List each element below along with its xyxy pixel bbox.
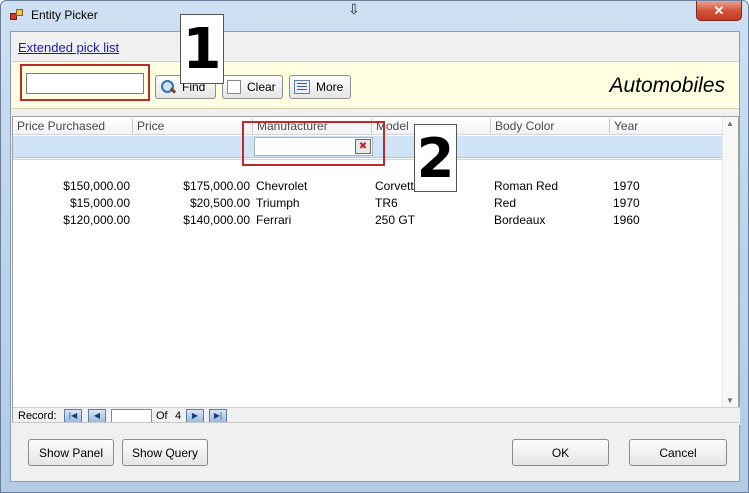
clear-icon: [227, 80, 241, 94]
ok-button[interactable]: OK: [512, 439, 609, 466]
more-label: More: [316, 80, 344, 94]
app-icon: [10, 9, 24, 21]
list-icon: [294, 80, 310, 94]
more-button[interactable]: More: [289, 75, 351, 99]
callout-number-one: 1: [180, 14, 224, 84]
clear-button[interactable]: Clear: [222, 75, 283, 99]
cell-year: 1970: [613, 179, 640, 193]
next-record-icon[interactable]: ▶: [186, 409, 204, 423]
search-icon: [160, 79, 176, 95]
record-total: 4: [175, 410, 182, 422]
close-button[interactable]: ✕: [696, 1, 742, 21]
previous-record-icon[interactable]: ◀: [88, 409, 106, 423]
search-input[interactable]: [26, 73, 144, 94]
cell-model: 250 GT: [375, 213, 416, 227]
clear-label: Clear: [247, 80, 276, 94]
scroll-down-icon[interactable]: ▼: [726, 396, 734, 405]
cell-body-color: Red: [494, 196, 517, 210]
clear-filter-icon[interactable]: ✖: [355, 139, 371, 154]
cell-price-purchased: $150,000.00: [63, 179, 130, 193]
cell-year: 1970: [613, 196, 640, 210]
cell-manufacturer: Ferrari: [256, 213, 292, 227]
column-header-body-color[interactable]: Body Color: [495, 119, 554, 133]
record-label: Record:: [18, 410, 57, 422]
dialog-client-area: Extended pick list Find Clear More Autom…: [10, 31, 740, 482]
column-header-model[interactable]: Model: [376, 119, 409, 133]
window-title: Entity Picker: [31, 8, 98, 22]
cell-price: $140,000.00: [183, 213, 250, 227]
search-toolbar: Find Clear More Automobiles: [12, 61, 739, 109]
cell-body-color: Roman Red: [494, 179, 559, 193]
cell-model: TR6: [375, 196, 398, 210]
cell-price: $20,500.00: [189, 196, 250, 210]
entity-picker-window: Entity Picker ⇩ ✕ Extended pick list Fin…: [0, 0, 749, 493]
extended-pick-list-link[interactable]: Extended pick list: [18, 40, 119, 55]
last-record-icon[interactable]: ▶|: [209, 409, 227, 423]
cell-price-purchased: $120,000.00: [63, 213, 130, 227]
move-arrow-icon: ⇩: [348, 1, 360, 17]
cell-manufacturer: Triumph: [256, 196, 300, 210]
column-header-price-purchased[interactable]: Price Purchased: [17, 119, 105, 133]
manufacturer-filter-input[interactable]: ✖: [254, 137, 373, 156]
scroll-up-icon[interactable]: ▲: [726, 119, 734, 128]
title-bar[interactable]: Entity Picker ⇩ ✕: [1, 1, 748, 29]
cell-price: $175,000.00: [183, 179, 250, 193]
first-record-icon[interactable]: |◀: [64, 409, 82, 423]
column-header-price[interactable]: Price: [137, 119, 164, 133]
cancel-button[interactable]: Cancel: [629, 439, 727, 466]
grid-header: Price Purchased Price Manufacturer Model…: [13, 117, 724, 135]
show-query-button[interactable]: Show Query: [122, 439, 208, 466]
column-header-manufacturer[interactable]: Manufacturer: [257, 119, 328, 133]
cell-manufacturer: Chevrolet: [256, 179, 308, 193]
callout-number-two: 2: [414, 124, 457, 192]
of-label: Of: [156, 410, 168, 422]
entity-title: Automobiles: [609, 74, 725, 97]
cell-year: 1960: [613, 213, 640, 227]
show-panel-button[interactable]: Show Panel: [28, 439, 114, 466]
results-grid: Price Purchased Price Manufacturer Model…: [12, 116, 740, 425]
cell-body-color: Bordeaux: [494, 213, 546, 227]
filter-row: ✖: [13, 136, 724, 158]
cell-price-purchased: $15,000.00: [69, 196, 130, 210]
column-header-year[interactable]: Year: [614, 119, 638, 133]
dialog-button-bar: Show Panel Show Query OK Cancel: [12, 422, 739, 480]
vertical-scrollbar[interactable]: ▲ ▼: [722, 117, 738, 407]
